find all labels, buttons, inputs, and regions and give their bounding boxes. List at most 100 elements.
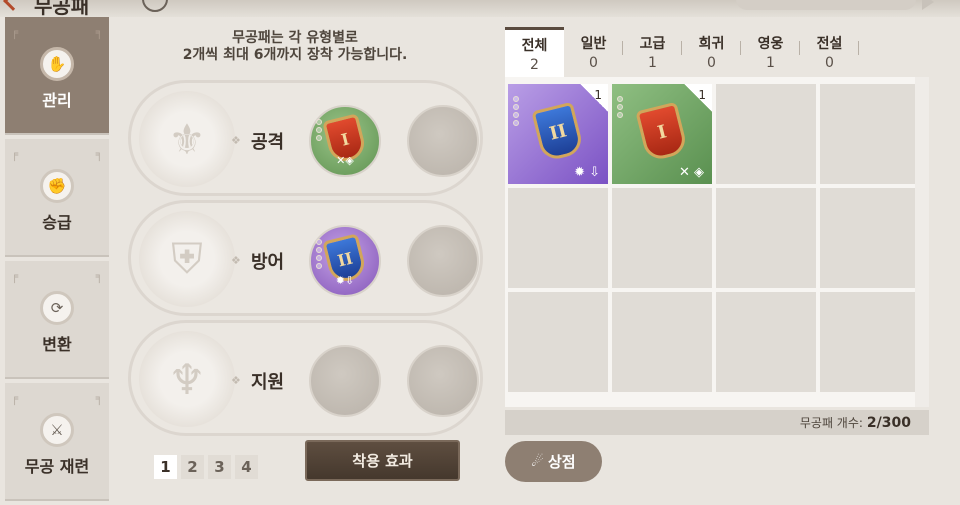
apply-effect-button[interactable]: 착용 효과	[305, 440, 460, 481]
grade-dots	[617, 96, 623, 118]
sidebar-item-manage[interactable]: ╒ ╕ ✋ 관리	[5, 17, 109, 135]
inventory-cell-empty	[612, 188, 712, 288]
slot-label: 지원	[251, 372, 285, 393]
tab-label: 전설	[816, 36, 843, 52]
corner-ornament-icon: ╒	[11, 25, 19, 39]
slot-row-attack: ⚜ ❖ 공격 I ✕◈	[128, 80, 483, 196]
tab-all[interactable]: 전체 2	[505, 27, 564, 77]
diamond-icon: ❖	[231, 134, 241, 147]
tab-count: 1	[766, 55, 775, 71]
sidebar-item-label: 무공 재련	[24, 457, 90, 476]
count-value: 2/300	[866, 414, 911, 431]
sidebar-item-convert[interactable]: ╒ ╕ ⟳ 변환	[5, 261, 109, 379]
item-count: 1	[698, 88, 706, 102]
next-arrow-icon[interactable]	[922, 0, 934, 10]
shop-button[interactable]: ☄ 상점	[505, 441, 602, 482]
slot-empty[interactable]	[407, 225, 479, 297]
slot-empty[interactable]	[407, 105, 479, 177]
tab-legend[interactable]: 전설 0	[800, 27, 859, 77]
promote-icon: ✊	[40, 169, 74, 203]
tab-divider	[858, 41, 859, 55]
slot-row-defense: ⛨ ❖ 방어 II ✹⇩	[128, 200, 483, 316]
tab-hero[interactable]: 영웅 1	[741, 27, 800, 77]
equip-info-text: 무공패는 각 유형별로 2개씩 최대 6개까지 장착 가능합니다.	[140, 30, 450, 64]
tab-rare[interactable]: 희귀 0	[682, 27, 741, 77]
diamond-icon: ❖	[231, 254, 241, 267]
attack-type-icon: ✕◈	[336, 154, 354, 167]
tab-advanced[interactable]: 고급 1	[623, 27, 682, 77]
page-button[interactable]: 1	[154, 455, 177, 479]
support-emblem-icon: ♆	[139, 331, 235, 427]
back-arrow-icon[interactable]	[3, 0, 23, 11]
corner-ornament-icon: ╕	[95, 147, 103, 161]
tab-count: 0	[707, 55, 716, 71]
corner-ornament-icon: ╕	[95, 269, 103, 283]
sidebar: ╒ ╕ ✋ 관리 ╒ ╕ ✊ 승급 ╒ ╕ ⟳ 변환 ╒ ╕ ⚔ 무공 재련	[5, 17, 109, 505]
inventory-cell-empty	[820, 292, 920, 392]
sidebar-item-label: 변환	[42, 335, 72, 354]
info-line: 2개씩 최대 6개까지 장착 가능합니다.	[182, 47, 408, 63]
tab-count: 1	[648, 55, 657, 71]
top-bar: 무공패	[0, 0, 960, 18]
inventory-grid: 1 II ✹ ⇩ 1 I ✕ ◈	[508, 84, 920, 392]
slot-row-support: ♆ ❖ 지원	[128, 320, 483, 436]
page-button[interactable]: 4	[235, 455, 258, 479]
slot-empty[interactable]	[309, 345, 381, 417]
defense-type-icon: ✹⇩	[335, 274, 355, 287]
tab-normal[interactable]: 일반 0	[564, 27, 623, 77]
corner-ornament-icon: ╕	[95, 391, 103, 405]
attack-emblem-icon: ⚜	[139, 91, 235, 187]
corner-ornament-icon: ╒	[11, 147, 19, 161]
inventory-cell-empty	[820, 84, 920, 184]
inventory-cell-empty	[612, 292, 712, 392]
sidebar-item-promote[interactable]: ╒ ╕ ✊ 승급	[5, 139, 109, 257]
grade-dots	[513, 96, 519, 126]
shop-icon: ☄	[531, 453, 544, 470]
slot-equipped[interactable]: I ✕◈	[309, 105, 381, 177]
info-line: 무공패는 각 유형별로	[232, 30, 358, 46]
tab-label: 희귀	[698, 36, 725, 52]
inventory-item[interactable]: 1 I ✕ ◈	[612, 84, 712, 184]
shop-label: 상점	[547, 453, 576, 471]
tab-label: 고급	[639, 36, 666, 52]
diamond-icon: ❖	[231, 374, 241, 387]
sidebar-item-label: 승급	[42, 213, 72, 232]
inventory-count-bar: 무공패 개수: 2/300	[505, 410, 929, 435]
sidebar-item-refine[interactable]: ╒ ╕ ⚔ 무공 재련	[5, 383, 109, 501]
grade-dots	[316, 119, 322, 141]
page-button[interactable]: 3	[208, 455, 231, 479]
tab-label: 전체	[521, 37, 548, 54]
corner-ornament-icon: ╕	[95, 25, 103, 39]
help-icon[interactable]	[142, 0, 168, 12]
page-button[interactable]: 2	[181, 455, 204, 479]
convert-icon: ⟳	[40, 291, 74, 325]
inventory-cell-empty	[716, 84, 816, 184]
grade-dots	[316, 239, 322, 269]
inventory-panel: 1 II ✹ ⇩ 1 I ✕ ◈	[505, 77, 929, 407]
corner-ornament-icon: ╒	[11, 391, 19, 405]
tab-count: 0	[589, 55, 598, 71]
defense-type-icon: ✹ ⇩	[574, 165, 600, 180]
slot-equipped[interactable]: II ✹⇩	[309, 225, 381, 297]
inventory-cell-empty	[508, 188, 608, 288]
manage-icon: ✋	[40, 47, 74, 81]
defense-emblem-icon: ⛨	[139, 211, 235, 307]
tab-label: 일반	[580, 36, 607, 52]
inventory-cell-empty	[820, 188, 920, 288]
corner-ornament-icon: ╒	[11, 269, 19, 283]
inventory-scrollbar[interactable]	[915, 77, 929, 407]
inventory-cell-empty	[716, 292, 816, 392]
inventory-cell-empty	[716, 188, 816, 288]
tab-count: 0	[825, 55, 834, 71]
pagination: 1 2 3 4	[154, 455, 258, 479]
sidebar-item-label: 관리	[42, 91, 72, 110]
slot-empty[interactable]	[407, 345, 479, 417]
inventory-item[interactable]: 1 II ✹ ⇩	[508, 84, 608, 184]
currency-pill	[736, 0, 916, 10]
slot-label: 공격	[251, 132, 285, 153]
count-label: 무공패 개수:	[799, 416, 863, 430]
badge-icon: II	[531, 101, 585, 163]
inventory-cell-empty	[508, 292, 608, 392]
refine-icon: ⚔	[40, 413, 74, 447]
item-count: 1	[594, 88, 602, 102]
